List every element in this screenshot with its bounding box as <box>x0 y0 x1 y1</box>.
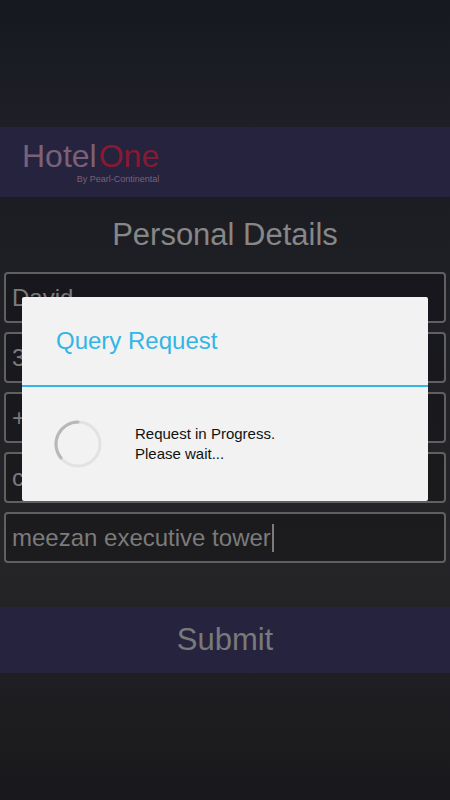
dialog-message: Request in Progress.Please wait... <box>135 424 275 464</box>
progress-dialog: Query Request Request in Progress.Please … <box>22 297 428 501</box>
dialog-title: Query Request <box>22 297 428 385</box>
screen: HotelOneBy Pearl-ContinentalPersonal Det… <box>0 0 450 800</box>
dialog-overlay: Query Request Request in Progress.Please … <box>0 0 450 800</box>
spinner-icon <box>52 418 104 470</box>
